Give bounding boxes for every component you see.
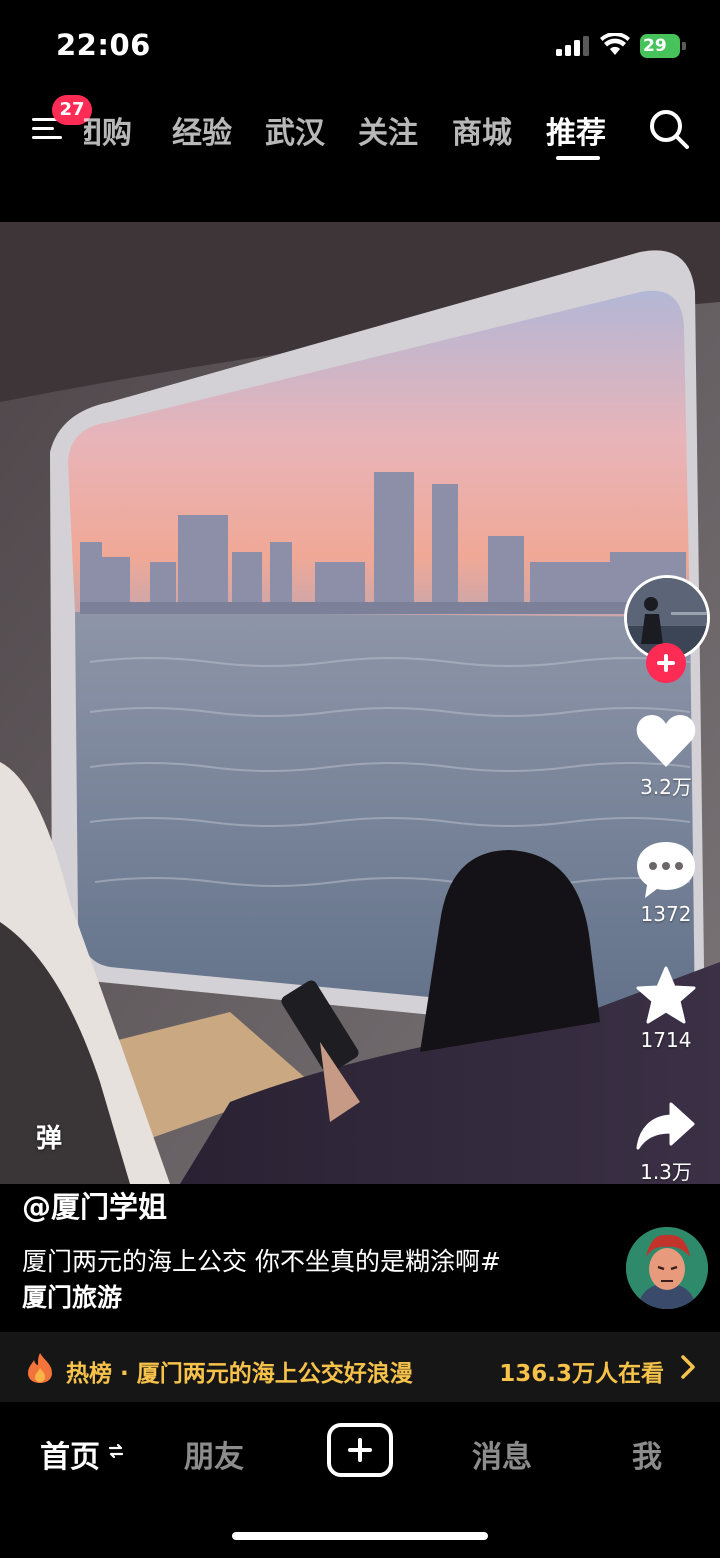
nav-home[interactable]: 首页 (40, 1432, 100, 1476)
nav-me[interactable]: 我 (632, 1432, 662, 1476)
danmaku-toggle[interactable]: 弹 (36, 1118, 62, 1155)
music-disc[interactable] (626, 1227, 708, 1309)
video-player[interactable] (0, 222, 720, 1184)
status-time: 22:06 (56, 28, 151, 62)
tab-group-buy-label: 团购 (84, 116, 132, 151)
hot-list-bar[interactable]: 热榜 · 厦门两元的海上公交好浪漫 136.3万人在看 (0, 1332, 720, 1402)
like-button[interactable]: 3.2万 (620, 713, 712, 800)
battery-cap (682, 42, 686, 50)
status-bar: 22:06 29 (0, 0, 720, 90)
star-icon (636, 966, 696, 1024)
hot-list-title: 热榜 · 厦门两元的海上公交好浪漫 (66, 1361, 413, 1387)
tab-following[interactable]: 关注 (358, 108, 418, 152)
hashtag-link[interactable]: 厦门旅游 (22, 1280, 602, 1316)
signal-icon (556, 36, 589, 56)
tab-group-buy[interactable]: 团购 (84, 108, 142, 152)
video-description: 厦门两元的海上公交 你不坐真的是糊涂啊# 厦门旅游 (22, 1244, 602, 1316)
video-caption: @厦门学姐 厦门两元的海上公交 你不坐真的是糊涂啊# 厦门旅游 (22, 1184, 602, 1316)
hot-watch-count: 136.3万人在看 (499, 1361, 664, 1387)
tab-wuhan[interactable]: 武汉 (265, 108, 325, 152)
favorite-button[interactable]: 1714 (620, 966, 712, 1052)
description-text: 厦门两元的海上公交 你不坐真的是糊涂啊# (22, 1247, 501, 1276)
tab-experience[interactable]: 经验 (172, 108, 232, 152)
flame-icon (28, 1353, 52, 1383)
nav-messages[interactable]: 消息 (472, 1432, 532, 1476)
tab-recommend[interactable]: 推荐 (546, 108, 606, 152)
create-plus-icon[interactable] (327, 1423, 393, 1477)
chevron-right-icon (681, 1355, 695, 1379)
battery-percent: 29 (643, 36, 667, 56)
refresh-icon[interactable] (108, 1442, 124, 1460)
share-icon (636, 1102, 695, 1150)
battery-icon: 29 (640, 34, 686, 58)
search-icon[interactable] (648, 108, 690, 150)
plus-icon[interactable] (646, 643, 686, 683)
home-indicator[interactable] (232, 1532, 488, 1540)
comment-button[interactable]: 1372 (620, 840, 712, 926)
share-count: 1.3万 (640, 1160, 692, 1184)
like-count: 3.2万 (640, 775, 692, 799)
nav-friends[interactable]: 朋友 (184, 1432, 244, 1476)
top-nav: 27 团购 经验 武汉 关注 商城 推荐 (0, 90, 720, 170)
tab-mall[interactable]: 商城 (452, 108, 512, 152)
active-tab-indicator (556, 156, 600, 160)
wifi-icon (600, 33, 630, 55)
heart-icon (636, 715, 696, 767)
comment-count: 1372 (640, 902, 692, 926)
author-name[interactable]: @厦门学姐 (22, 1184, 602, 1226)
favorite-count: 1714 (640, 1028, 692, 1052)
share-button[interactable]: 1.3万 (620, 1100, 712, 1185)
comment-icon (637, 842, 695, 898)
video-scene (0, 222, 720, 1184)
music-avatar-image (626, 1227, 708, 1309)
